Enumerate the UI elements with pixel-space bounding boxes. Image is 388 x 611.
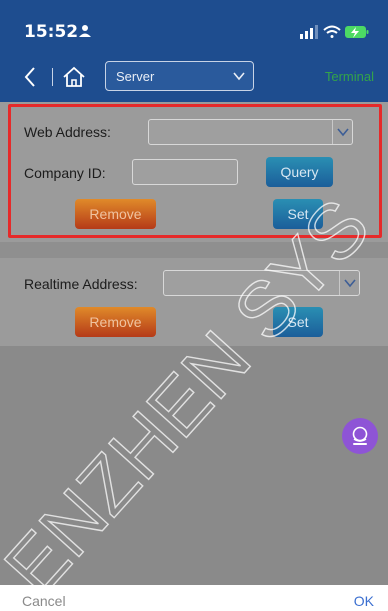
battery-charging-icon (345, 26, 369, 38)
remove-button[interactable]: Remove (75, 307, 156, 337)
status-icons (300, 25, 369, 39)
realtime-address-label: Realtime Address: (24, 276, 138, 292)
panel-gap (0, 242, 388, 258)
home-icon[interactable] (62, 66, 86, 88)
back-chevron-icon[interactable] (22, 65, 38, 89)
nav-divider (52, 68, 53, 86)
cancel-button[interactable]: Cancel (22, 593, 66, 609)
chevron-down-icon (344, 279, 356, 288)
server-select[interactable]: Server (105, 61, 254, 91)
fab-icon (352, 426, 368, 445)
terminal-link[interactable]: Terminal (325, 69, 374, 84)
signal-icon (300, 25, 318, 39)
server-select-value: Server (116, 69, 155, 84)
status-time: 15:52 (24, 22, 79, 42)
wifi-icon (323, 25, 341, 38)
dropdown-toggle[interactable] (339, 271, 359, 295)
person-icon (79, 25, 91, 37)
realtime-address-panel: Realtime Address: Remove Set (0, 258, 388, 346)
action-bar: Cancel OK (0, 585, 388, 611)
set-button[interactable]: Set (273, 307, 323, 337)
status-bar: 15:52 (0, 0, 388, 52)
chevron-down-icon (233, 72, 245, 81)
highlight-box (8, 104, 382, 238)
realtime-address-select[interactable] (163, 270, 360, 296)
nav-bar: Server Terminal (0, 52, 388, 102)
floating-action-button[interactable] (342, 418, 378, 454)
ok-button[interactable]: OK (354, 593, 374, 609)
